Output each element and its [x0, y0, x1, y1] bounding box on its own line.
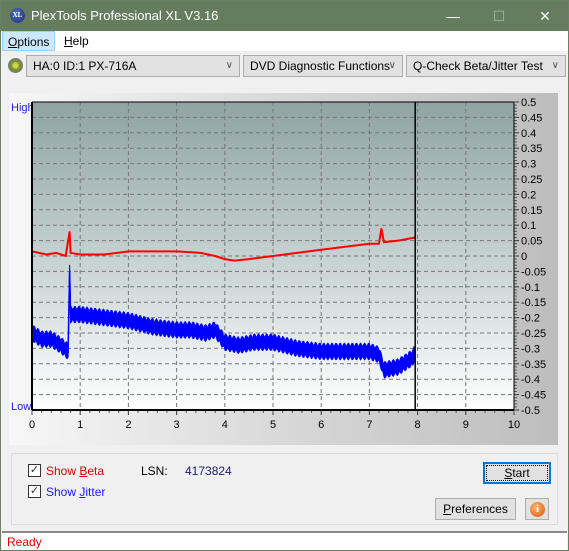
x-tick-label: 4	[222, 419, 228, 431]
y-tick-label: 0.5	[521, 97, 536, 109]
y-tick-label: -0.35	[521, 359, 546, 371]
drive-select-value: HA:0 ID:1 PX-716A	[33, 59, 137, 73]
show-jitter-rest: itter	[85, 485, 106, 499]
y-tick-label: -0.2	[521, 313, 540, 325]
menu-options-mnemonic: O	[8, 35, 18, 49]
y-tick-label: 0.1	[521, 220, 536, 232]
y-tick-label: 0.45	[521, 112, 542, 124]
app-logo-icon: XL	[10, 8, 25, 23]
y-tick-label: -0.4	[521, 374, 540, 386]
x-tick-label: 5	[270, 419, 276, 431]
x-tick-label: 9	[463, 419, 469, 431]
x-tick-label: 6	[318, 419, 324, 431]
title-bar: XL PlexTools Professional XL V3.16 — ☐ ✕	[1, 1, 568, 31]
menu-bar: Options Help	[1, 31, 568, 51]
y-tick-label: 0.35	[521, 143, 542, 155]
info-button[interactable]: i	[525, 498, 549, 520]
x-tick-label: 10	[508, 419, 520, 431]
y-tick-label: -0.15	[521, 297, 546, 309]
start-label: tart	[512, 466, 530, 480]
show-jitter-checkbox[interactable]: ✓	[28, 485, 41, 498]
close-button[interactable]: ✕	[522, 1, 568, 31]
disc-drive-icon	[8, 58, 23, 73]
show-beta-prefix: Show	[46, 464, 80, 478]
y-tick-label: 0.25	[521, 174, 542, 186]
info-icon: i	[530, 502, 545, 517]
toolbar: HA:0 ID:1 PX-716A ∨ DVD Diagnostic Funct…	[1, 51, 568, 79]
y-tick-label: -0.5	[521, 405, 540, 417]
lsn-value: 4173824	[185, 464, 232, 478]
x-tick-label: 0	[29, 419, 35, 431]
start-button[interactable]: Start	[483, 462, 551, 484]
menu-options-label: ptions	[17, 35, 50, 49]
menu-help-label: elp	[72, 34, 89, 48]
x-tick-label: 2	[125, 419, 131, 431]
y-tick-label: 0.3	[521, 159, 536, 171]
y-tick-label: 0	[521, 251, 527, 263]
show-beta-rest: eta	[87, 464, 105, 478]
y-tick-label: 0.05	[521, 236, 542, 248]
y-tick-label: -0.05	[521, 266, 546, 278]
menu-help[interactable]: Help	[59, 31, 94, 51]
high-label: High	[11, 102, 34, 114]
menu-options[interactable]: Options	[2, 31, 56, 51]
minimize-button[interactable]: —	[430, 1, 476, 31]
x-tick-label: 8	[415, 419, 421, 431]
test-select-value: Q-Check Beta/Jitter Test	[413, 59, 543, 73]
y-tick-label: -0.45	[521, 390, 546, 402]
lsn-label: LSN:	[141, 464, 168, 478]
drive-select[interactable]: HA:0 ID:1 PX-716A ∨	[26, 55, 240, 77]
y-tick-label: 0.2	[521, 189, 536, 201]
chart-panel: High Low 0.5 0.45 0.4 0.35 0.3 0.25 0.2 0.15 0.1…	[9, 93, 558, 445]
maximize-button[interactable]: ☐	[476, 1, 522, 31]
preferences-mnemonic: P	[443, 502, 452, 516]
window-title: PlexTools Professional XL V3.16	[31, 8, 219, 23]
y-tick-label: 0.15	[521, 205, 542, 217]
function-select[interactable]: DVD Diagnostic Functions ∨	[243, 55, 403, 77]
function-select-value: DVD Diagnostic Functions	[250, 59, 391, 73]
show-jitter-label[interactable]: Show Jitter	[46, 485, 105, 499]
x-tick-label: 7	[366, 419, 372, 431]
show-beta-label[interactable]: Show Beta	[46, 464, 104, 478]
chevron-down-icon: ∨	[551, 60, 559, 71]
chevron-down-icon: ∨	[388, 60, 396, 71]
app-window: XL PlexTools Professional XL V3.16 — ☐ ✕…	[0, 0, 569, 551]
y-tick-label: -0.25	[521, 328, 546, 340]
y-tick-label: -0.1	[521, 282, 540, 294]
controls-group: ✓ Show Beta ✓ Show Jitter LSN: 4173824 S…	[11, 453, 558, 525]
beta-jitter-chart: High Low 0.50.450.40.350.30.250.20.150.1…	[11, 97, 546, 431]
status-text: Ready	[7, 535, 42, 549]
test-select[interactable]: Q-Check Beta/Jitter Test ∨	[406, 55, 566, 77]
y-tick-label: -0.3	[521, 343, 540, 355]
show-jitter-prefix: Show	[46, 485, 80, 499]
status-bar: Ready	[2, 531, 567, 550]
show-beta-checkbox[interactable]: ✓	[28, 464, 41, 477]
menu-help-mnemonic: H	[64, 34, 73, 48]
x-tick-label: 3	[174, 419, 180, 431]
preferences-label: references	[451, 502, 508, 516]
x-tick-label: 1	[77, 419, 83, 431]
y-tick-label: 0.4	[521, 128, 536, 140]
chevron-down-icon: ∨	[225, 60, 233, 71]
preferences-button[interactable]: Preferences	[435, 498, 516, 520]
low-label: Low	[11, 401, 31, 413]
